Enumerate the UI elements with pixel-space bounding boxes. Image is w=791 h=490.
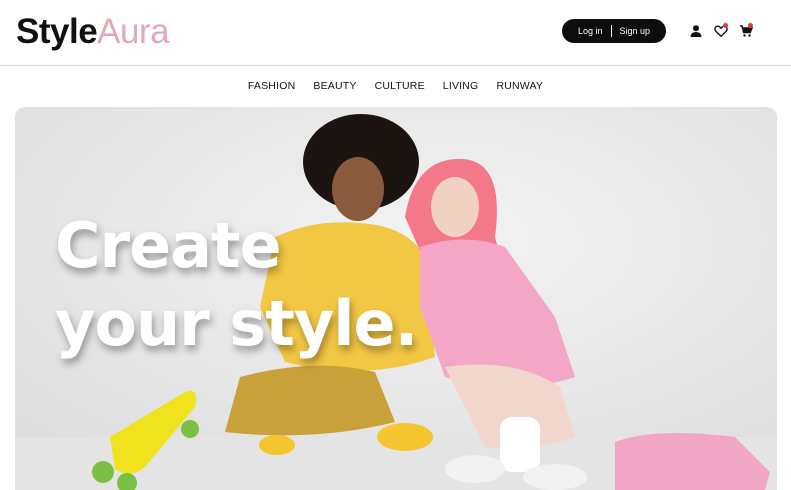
nav-item-culture[interactable]: CULTURE <box>375 80 425 92</box>
hero-headline-line2: your style. <box>55 287 418 360</box>
hero-banner: Create your style. <box>15 107 777 490</box>
logo-aura-text: Aura <box>97 12 170 51</box>
nav-item-runway[interactable]: RUNWAY <box>496 80 543 92</box>
auth-pill: Log in Sign up <box>562 19 666 43</box>
user-icon[interactable] <box>689 24 703 38</box>
login-button[interactable]: Log in <box>578 26 603 36</box>
hero-headline-line1: Create <box>55 209 282 282</box>
heart-icon[interactable] <box>714 23 728 38</box>
logo-style-text: Style <box>16 12 98 51</box>
site-logo[interactable]: StyleAura <box>16 12 170 52</box>
cart-notification-dot <box>748 23 753 28</box>
nav-item-living[interactable]: LIVING <box>443 80 479 92</box>
signup-button[interactable]: Sign up <box>620 26 651 36</box>
hero-headline: Create your style. <box>55 207 418 363</box>
nav-item-beauty[interactable]: BEAUTY <box>313 80 356 92</box>
site-header: StyleAura Log in Sign up <box>0 0 791 66</box>
main-nav: FASHION BEAUTY CULTURE LIVING RUNWAY <box>0 66 791 106</box>
auth-divider <box>610 25 612 37</box>
cart-icon[interactable] <box>739 23 753 38</box>
wishlist-notification-dot <box>723 23 728 28</box>
nav-item-fashion[interactable]: FASHION <box>248 80 296 92</box>
